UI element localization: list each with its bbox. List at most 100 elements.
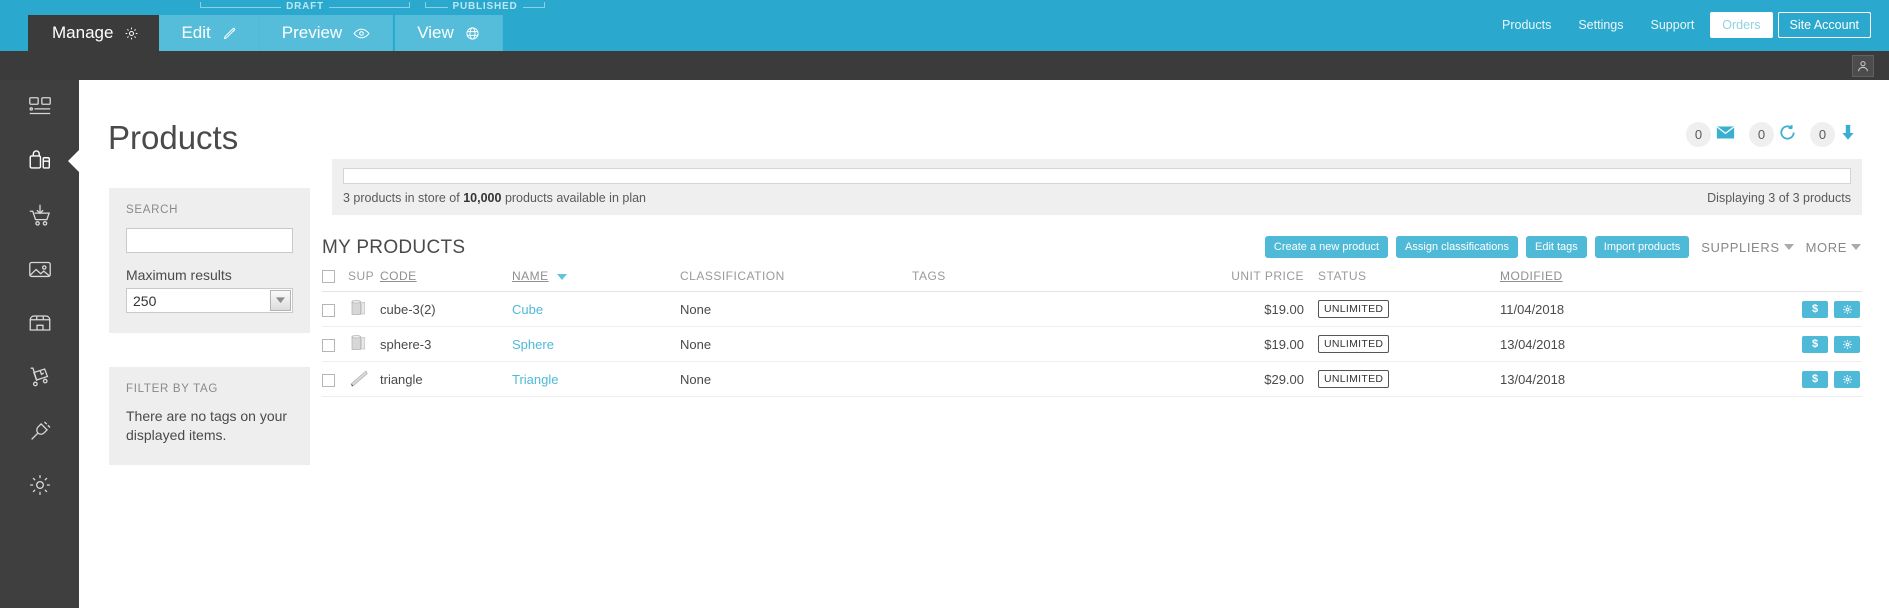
nav-orders[interactable]: Orders	[1710, 12, 1773, 38]
header-code[interactable]: CODE	[380, 263, 512, 293]
product-name-link[interactable]: Triangle	[512, 372, 558, 387]
rail-item-media[interactable]	[0, 242, 79, 296]
row-actions-cell: $	[1710, 326, 1862, 363]
nav-site-account[interactable]: Site Account	[1777, 12, 1871, 38]
user-avatar-icon[interactable]	[1852, 55, 1874, 77]
row-pricing-button[interactable]: $	[1802, 370, 1828, 388]
storefront-icon	[27, 310, 53, 336]
status-badge: UNLIMITED	[1318, 300, 1390, 319]
tab-preview[interactable]: Preview	[259, 15, 394, 51]
row-checkbox[interactable]	[322, 303, 335, 317]
nav-products[interactable]: Products	[1491, 13, 1562, 37]
plan-usage-prefix: 3 products in store of	[343, 191, 460, 205]
products-table: SUP CODE NAME CLASSIFICATION TAGS UNIT P…	[322, 263, 1862, 398]
suppliers-dropdown[interactable]: SUPPLIERS	[1701, 240, 1794, 255]
row-thumb-cell	[348, 291, 380, 328]
row-modified: 11/04/2018	[1500, 291, 1710, 328]
envelope-icon	[1716, 125, 1735, 145]
product-thumbnail-cylinder	[348, 298, 370, 318]
secondary-dark-bar	[0, 51, 1889, 80]
top-right-nav: Products Settings Support Orders Site Ac…	[1491, 12, 1871, 38]
counter-downloads[interactable]: 0	[1810, 122, 1856, 147]
stage-label-published-text: PUBLISHED	[452, 1, 518, 12]
stage-label-published: PUBLISHED	[420, 0, 550, 13]
row-select-cell	[322, 326, 348, 363]
displaying-count: Displaying 3 of 3 products	[1707, 191, 1851, 205]
main-content: Products 0 0 0 SEARCH Maximum results 25…	[79, 97, 1889, 608]
max-results-select[interactable]: 250	[126, 288, 293, 313]
search-panel-label: SEARCH	[126, 204, 179, 216]
rail-item-orders[interactable]	[0, 188, 79, 242]
row-actions-cell: $	[1710, 291, 1862, 328]
row-checkbox[interactable]	[322, 338, 335, 352]
row-modified: 13/04/2018	[1500, 326, 1710, 363]
row-settings-button[interactable]	[1834, 300, 1860, 318]
create-new-product-button[interactable]: Create a new product	[1264, 236, 1389, 258]
search-input[interactable]	[126, 228, 293, 253]
row-thumb-cell	[348, 361, 380, 398]
row-settings-button[interactable]	[1834, 335, 1860, 353]
header-name-label: NAME	[512, 269, 549, 284]
header-code-label: CODE	[380, 269, 417, 284]
row-pricing-button[interactable]: $	[1802, 300, 1828, 318]
header-modified-label: MODIFIED	[1500, 269, 1563, 284]
select-all-checkbox[interactable]	[322, 270, 335, 284]
nav-support[interactable]: Support	[1640, 13, 1706, 37]
header-classification: CLASSIFICATION	[680, 263, 912, 293]
row-tags	[912, 291, 1202, 328]
header-name[interactable]: NAME	[512, 263, 680, 293]
rail-item-settings[interactable]	[0, 458, 79, 512]
settings-gear-icon	[27, 472, 53, 498]
counter-messages-value: 0	[1686, 122, 1711, 147]
header-sup: SUP	[348, 263, 380, 293]
stage-label-draft-text: DRAFT	[286, 1, 324, 12]
row-status-cell: UNLIMITED	[1318, 291, 1500, 328]
header-status: STATUS	[1318, 263, 1500, 293]
row-actions-cell: $	[1710, 361, 1862, 398]
counter-messages[interactable]: 0	[1686, 122, 1735, 147]
products-table-head: SUP CODE NAME CLASSIFICATION TAGS UNIT P…	[322, 263, 1862, 293]
assign-classifications-button[interactable]: Assign classifications	[1396, 236, 1518, 258]
plan-usage-progressbar	[343, 168, 1851, 184]
rail-item-shipping[interactable]	[0, 350, 79, 404]
row-pricing-button[interactable]: $	[1802, 335, 1828, 353]
rail-item-storefront[interactable]	[0, 296, 79, 350]
product-name-link[interactable]: Cube	[512, 302, 543, 317]
table-row: cube-3(2) Cube None $19.00 UNLIMITED 11/04/20…	[322, 291, 1862, 328]
stage-label-draft: DRAFT	[195, 0, 415, 13]
max-results-label: Maximum results	[126, 267, 232, 283]
row-checkbox[interactable]	[322, 373, 335, 387]
rail-item-integrations[interactable]	[0, 404, 79, 458]
tab-view[interactable]: View	[395, 15, 503, 51]
row-classification: None	[680, 326, 912, 363]
eye-icon	[353, 26, 370, 41]
my-products-title: MY PRODUCTS	[322, 237, 466, 258]
counter-sync[interactable]: 0	[1749, 122, 1796, 147]
rail-item-dashboard[interactable]	[0, 80, 79, 134]
row-settings-button[interactable]	[1834, 370, 1860, 388]
row-classification: None	[680, 291, 912, 328]
header-modified[interactable]: MODIFIED	[1500, 263, 1710, 293]
row-select-cell	[322, 291, 348, 328]
left-icon-rail	[0, 80, 79, 608]
products-table-body: cube-3(2) Cube None $19.00 UNLIMITED 11/04/20…	[322, 291, 1862, 398]
tab-preview-label: Preview	[281, 23, 343, 42]
rail-item-products[interactable]	[0, 134, 79, 188]
top-app-bar: DRAFT PUBLISHED Manage Edit Preview View…	[0, 0, 1889, 51]
product-name-link[interactable]: Sphere	[512, 337, 554, 352]
row-code: sphere-3	[380, 326, 512, 363]
nav-settings[interactable]: Settings	[1567, 13, 1634, 37]
tab-manage[interactable]: Manage	[28, 15, 160, 51]
edit-tags-button[interactable]: Edit tags	[1525, 236, 1587, 258]
row-status-cell: UNLIMITED	[1318, 361, 1500, 398]
page-title: Products	[108, 119, 239, 156]
search-panel: SEARCH Maximum results 250	[109, 188, 310, 333]
header-unit-price: UNIT PRICE	[1202, 263, 1318, 293]
row-unit-price: $19.00	[1202, 326, 1318, 363]
tab-edit[interactable]: Edit	[159, 15, 260, 51]
chevron-down-icon[interactable]	[270, 290, 291, 311]
more-dropdown[interactable]: MORE	[1806, 240, 1861, 255]
import-products-button[interactable]: Import products	[1594, 236, 1690, 258]
row-status-cell: UNLIMITED	[1318, 326, 1500, 363]
globe-icon	[465, 26, 480, 41]
